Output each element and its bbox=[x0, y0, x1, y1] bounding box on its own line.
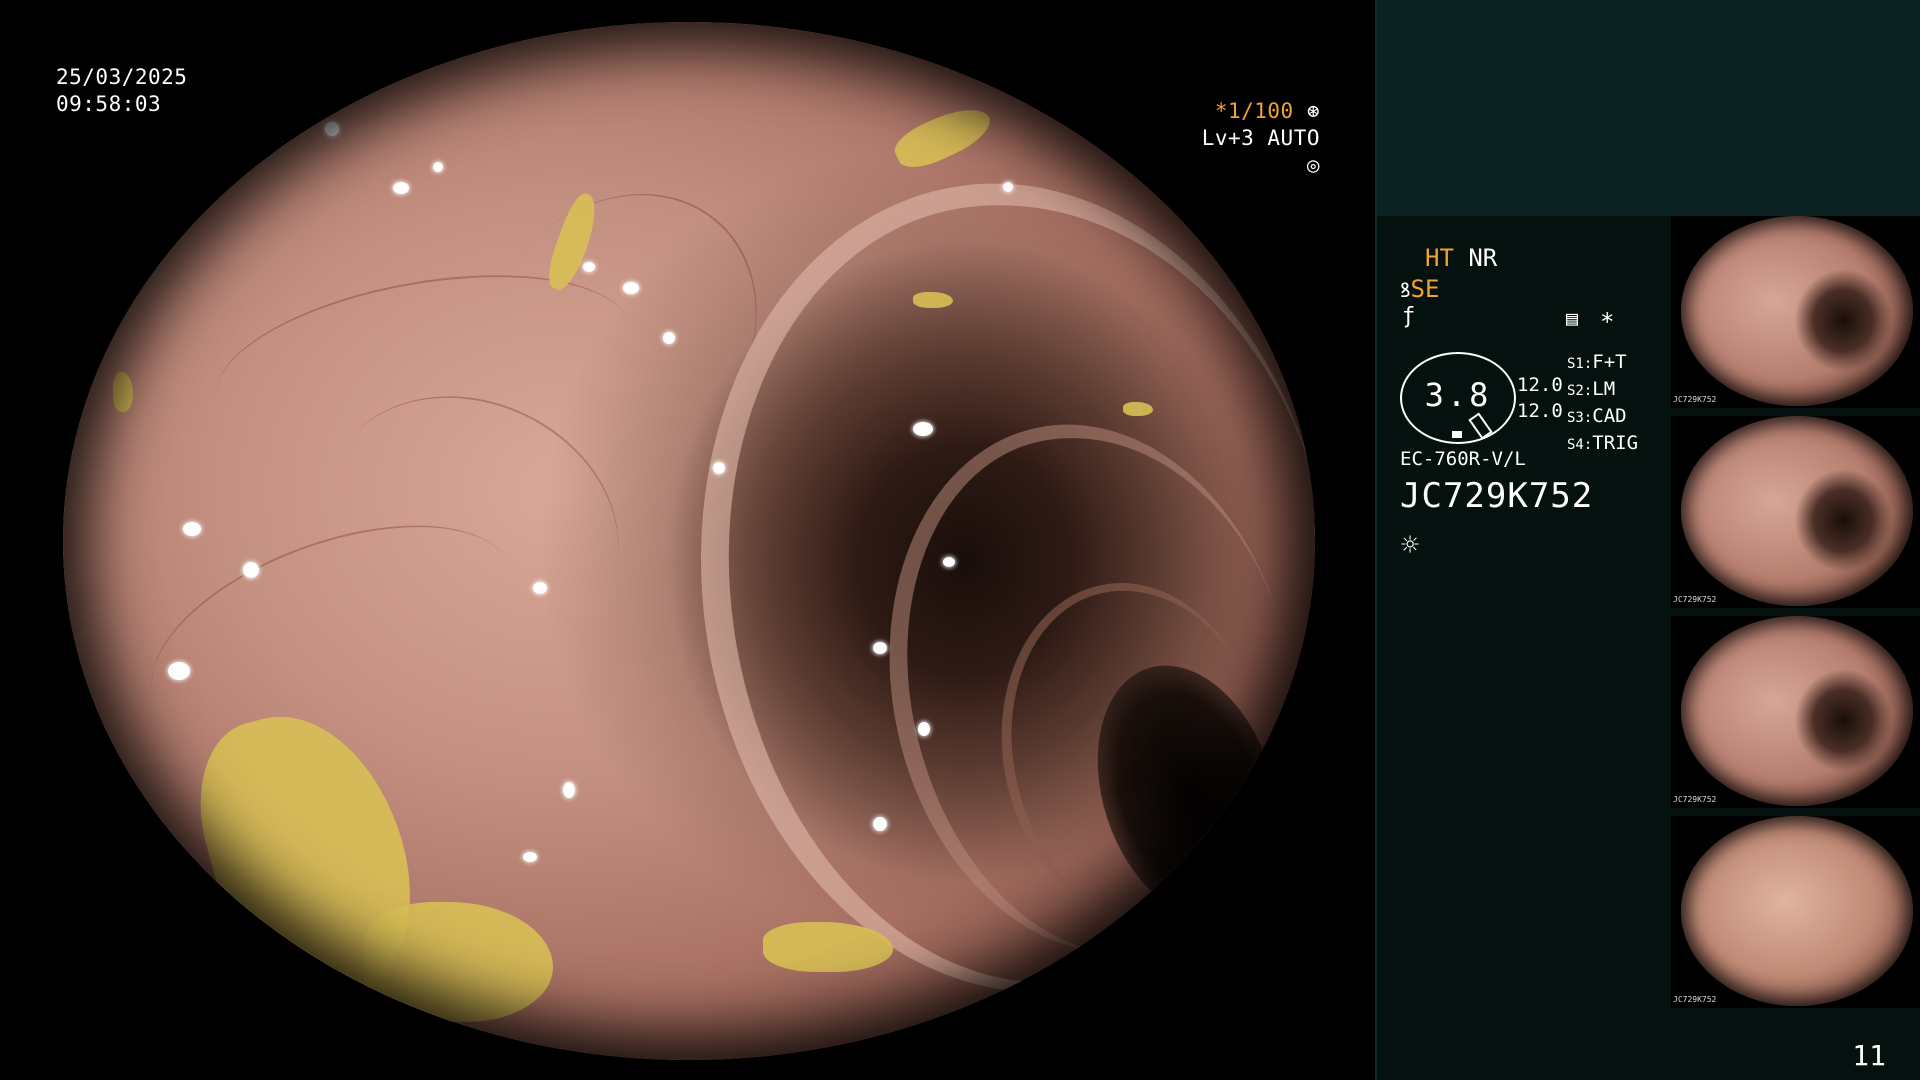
preset-list: S1:F+T S2:LM S3:CAD S4:TRIG bbox=[1567, 350, 1638, 458]
thumbnail[interactable]: JC729K752 bbox=[1671, 216, 1920, 408]
thumbnail-image bbox=[1681, 616, 1913, 806]
scope-model: EC-760R-V/L bbox=[1400, 448, 1526, 470]
function-icon: ƒ bbox=[1402, 304, 1416, 329]
scope-serial: JC729K752 bbox=[1400, 476, 1594, 516]
shutter-icon: ⊛ bbox=[1306, 99, 1320, 123]
thumbnail-tag: JC729K752 bbox=[1673, 795, 1717, 804]
gauge-value: 3.8 bbox=[1424, 376, 1492, 414]
page-number: 11 bbox=[1852, 1039, 1886, 1072]
preset-item: S2:LM bbox=[1567, 378, 1616, 400]
se-label: SE bbox=[1410, 275, 1440, 303]
endoscope-view: 25/03/2025 09:58:03 *1/100 ⊛ Lv+3 AUTO ◎ bbox=[0, 0, 1375, 1080]
thumbnail-tag: JC729K752 bbox=[1673, 395, 1717, 404]
processing-mode: HT NR bbox=[1425, 244, 1497, 272]
date-time: 25/03/2025 09:58:03 bbox=[56, 64, 187, 118]
panel-divider bbox=[1375, 0, 1377, 1080]
enhance-curve-icon: ꝸ bbox=[1400, 278, 1411, 302]
gauge-marker bbox=[1452, 431, 1462, 438]
depth-values: 12.0 12.0 bbox=[1517, 372, 1563, 424]
nr-label: NR bbox=[1468, 244, 1498, 272]
time-text: 09:58:03 bbox=[56, 92, 162, 116]
iris-icon: ◎ bbox=[1306, 153, 1320, 177]
thumbnail[interactable]: JC729K752 bbox=[1671, 416, 1920, 608]
gauge-display: 3.8 bbox=[1400, 352, 1516, 444]
captured-thumbnails: JC729K752 JC729K752 JC729K752 JC729K752 bbox=[1671, 216, 1920, 1016]
date-text: 25/03/2025 bbox=[56, 65, 188, 89]
thumbnail-image bbox=[1681, 816, 1913, 1006]
depth-top: 12.0 bbox=[1517, 374, 1563, 396]
exposure-info: *1/100 ⊛ Lv+3 AUTO ◎ bbox=[1196, 98, 1320, 179]
thumbnail-tag: JC729K752 bbox=[1673, 995, 1717, 1004]
colon-image bbox=[63, 22, 1315, 1060]
structure-enhance: ꝸSE bbox=[1400, 275, 1439, 303]
ht-label: HT bbox=[1425, 244, 1454, 272]
light-icon: ☼ bbox=[1401, 528, 1420, 563]
depth-bottom: 12.0 bbox=[1517, 400, 1563, 422]
pen-icon bbox=[1468, 412, 1493, 440]
thumbnail-tag: JC729K752 bbox=[1673, 595, 1717, 604]
star-marker: * bbox=[1600, 308, 1615, 336]
preset-item: S4:TRIG bbox=[1567, 432, 1639, 454]
thumbnail-image bbox=[1681, 416, 1913, 606]
panel-header bbox=[1375, 0, 1920, 216]
preset-item: S1:F+T bbox=[1567, 351, 1627, 373]
memory-icon: ▤ bbox=[1566, 306, 1579, 330]
iris-text: Lv+3 AUTO bbox=[1201, 126, 1320, 150]
thumbnail[interactable]: JC729K752 bbox=[1671, 816, 1920, 1008]
thumbnail-image bbox=[1681, 216, 1913, 406]
shutter-text: *1/100 bbox=[1214, 99, 1294, 123]
preset-item: S3:CAD bbox=[1567, 405, 1627, 427]
thumbnail[interactable]: JC729K752 bbox=[1671, 616, 1920, 808]
